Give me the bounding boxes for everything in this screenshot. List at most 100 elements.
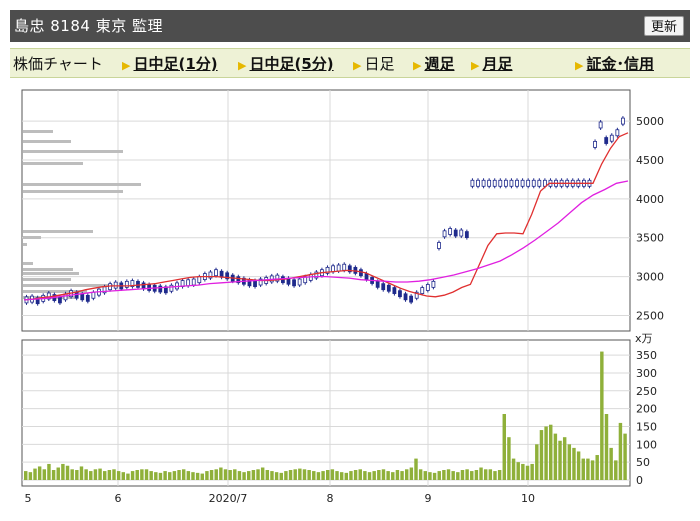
candle	[386, 284, 391, 292]
volume-bar	[544, 426, 548, 480]
candle	[520, 179, 525, 187]
volume-bar	[414, 458, 418, 480]
volume-bar	[200, 473, 204, 480]
volume-bar	[209, 470, 214, 480]
price-tick-label: 4000	[636, 193, 664, 206]
volume-bar	[37, 466, 42, 480]
volume-bar	[181, 469, 186, 480]
volume-bar	[623, 433, 627, 480]
candle	[214, 269, 218, 277]
volume-profile-bar	[23, 130, 53, 133]
volume-bar	[511, 458, 516, 480]
price-tick-label: 3000	[636, 271, 664, 284]
volume-bar	[186, 471, 191, 480]
volume-bar	[116, 471, 121, 480]
volume-bar	[51, 470, 56, 480]
candle	[593, 141, 597, 148]
volume-tick-label: 350	[636, 349, 657, 362]
volume-bar	[525, 465, 530, 480]
candle	[442, 230, 447, 238]
volume-bar	[372, 471, 376, 480]
volume-bar	[168, 472, 172, 480]
volume-bar	[75, 470, 79, 480]
volume-bar	[140, 469, 144, 480]
volume-bar	[428, 472, 432, 480]
volume-bar	[298, 468, 302, 480]
candle	[481, 179, 486, 187]
volume-bar	[367, 472, 372, 480]
volume-bar	[42, 469, 47, 480]
volume-profile-bar	[23, 162, 83, 165]
volume-bar	[330, 469, 335, 480]
candle	[191, 278, 196, 286]
candle	[609, 134, 614, 142]
volume-bar	[446, 469, 451, 480]
volume-bar	[214, 469, 218, 480]
volume-bar	[28, 472, 33, 480]
volume-bar	[442, 470, 446, 480]
volume-profile-bar	[23, 190, 123, 193]
volume-bar	[326, 470, 330, 480]
volume-bar	[377, 470, 381, 480]
volume-bar	[488, 469, 493, 480]
candle	[403, 293, 408, 301]
volume-bar	[191, 472, 195, 480]
volume-profile-bar	[23, 236, 41, 239]
volume-profile-bar	[23, 183, 141, 186]
candle	[492, 179, 497, 187]
price-panel: 5000 4500 4000 3500 3000 2500	[21, 89, 664, 332]
volume-panel: 350 300 250 200 150 100 50 0 x万	[21, 332, 657, 487]
volume-bar	[237, 471, 242, 480]
volume-bar	[302, 469, 307, 480]
candle	[453, 229, 458, 237]
volume-tick-label: 100	[636, 438, 657, 451]
volume-bar	[293, 469, 297, 480]
volume-bar	[600, 351, 604, 480]
x-tick-label: 9	[425, 492, 432, 505]
volume-bar	[516, 462, 520, 480]
volume-bar	[121, 472, 126, 480]
volume-bar	[274, 472, 279, 480]
candle	[531, 179, 536, 187]
candle	[604, 137, 609, 144]
candle	[85, 294, 90, 302]
candle	[74, 291, 79, 299]
candle	[80, 293, 85, 301]
volume-profile-bar	[23, 268, 73, 271]
x-tick-label: 6	[115, 492, 122, 505]
candle	[464, 231, 469, 239]
volume-bar	[233, 469, 237, 480]
candle	[598, 121, 603, 129]
volume-plot-frame	[21, 339, 631, 487]
candle	[375, 280, 380, 288]
candle	[409, 295, 414, 303]
volume-bar	[149, 471, 153, 480]
price-tick-label: 5000	[636, 115, 664, 128]
candle	[292, 279, 296, 287]
candle	[169, 284, 174, 292]
volume-bar	[84, 469, 88, 480]
volume-bar	[460, 470, 465, 480]
volume-bar	[395, 470, 400, 480]
volume-bar	[335, 471, 339, 480]
volume-bar	[279, 472, 283, 480]
volume-bar	[451, 471, 455, 480]
volume-bar	[558, 440, 562, 480]
volume-bar	[353, 470, 358, 480]
volume-bar	[497, 470, 502, 480]
candle	[425, 284, 430, 291]
volume-bar	[70, 469, 74, 480]
volume-bar	[465, 469, 469, 480]
volume-bar	[260, 467, 265, 480]
volume-bar	[539, 430, 544, 480]
volume-bar	[219, 467, 223, 480]
volume-bar	[562, 437, 567, 480]
volume-bar	[553, 433, 558, 480]
volume-bar	[177, 470, 181, 480]
volume-bar	[479, 467, 483, 480]
volume-bar	[456, 472, 460, 480]
volume-bar	[576, 451, 581, 480]
volume-bar	[247, 471, 251, 480]
candle	[364, 273, 369, 280]
volume-bar	[102, 471, 107, 480]
